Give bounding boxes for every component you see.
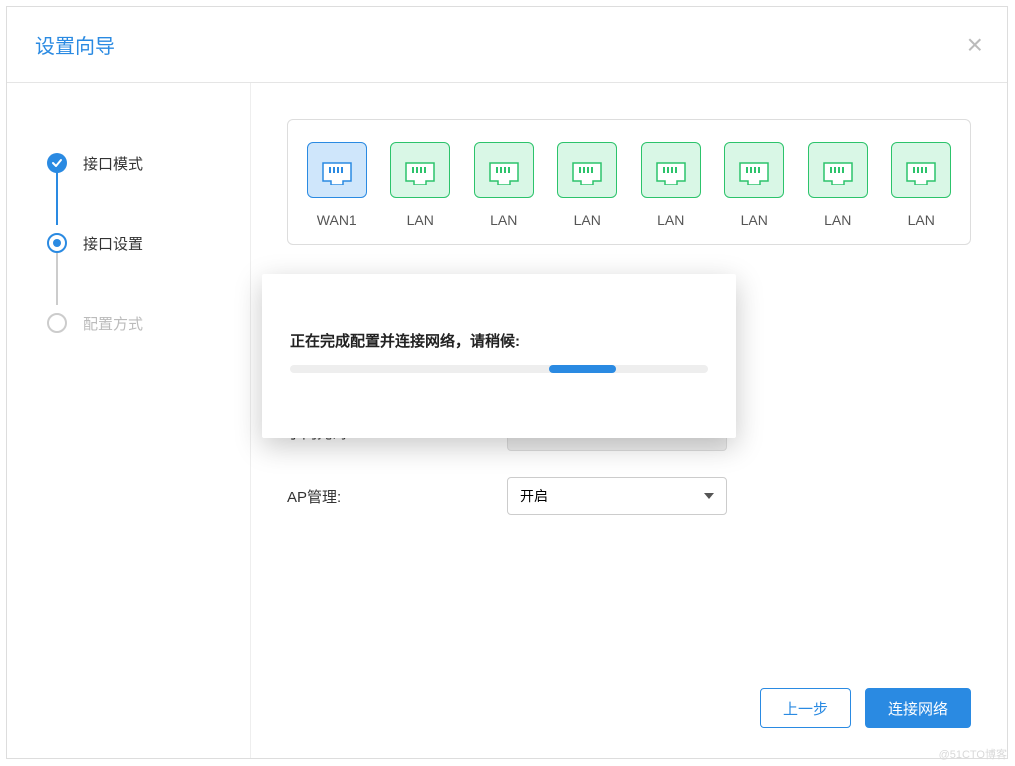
port-label: LAN: [908, 212, 935, 228]
ethernet-port-icon: [307, 142, 367, 198]
wizard-footer: 上一步 连接网络: [287, 688, 971, 734]
port-label: WAN1: [317, 212, 357, 228]
port-lan-3[interactable]: LAN: [553, 142, 623, 228]
ap-management-dropdown[interactable]: 开启: [507, 477, 727, 515]
ap-label: AP管理:: [287, 486, 507, 507]
radio-active-icon: [47, 233, 67, 253]
radio-pending-icon: [47, 313, 67, 333]
port-lan-7[interactable]: LAN: [887, 142, 957, 228]
ethernet-port-icon: [474, 142, 534, 198]
ethernet-port-icon: [641, 142, 701, 198]
port-lan-1[interactable]: LAN: [386, 142, 456, 228]
modal-title: 设置向导: [35, 30, 115, 59]
step-interface-mode[interactable]: 接口模式: [47, 143, 250, 183]
port-wan1[interactable]: WAN1: [302, 142, 372, 228]
button-label: 连接网络: [888, 698, 948, 719]
step-config-method[interactable]: 配置方式: [47, 303, 250, 343]
port-label: LAN: [741, 212, 768, 228]
port-label: LAN: [407, 212, 434, 228]
port-label: LAN: [574, 212, 601, 228]
port-label: LAN: [824, 212, 851, 228]
port-label: LAN: [657, 212, 684, 228]
button-label: 上一步: [783, 698, 828, 719]
step-interface-settings[interactable]: 接口设置: [47, 223, 250, 263]
dropdown-value: 开启: [520, 486, 548, 506]
ports-panel: WAN1 LAN LAN: [287, 119, 971, 245]
check-icon: [47, 153, 67, 173]
ethernet-port-icon: [390, 142, 450, 198]
port-lan-2[interactable]: LAN: [469, 142, 539, 228]
progress-track: [290, 365, 708, 373]
step-label: 配置方式: [83, 313, 143, 334]
ethernet-port-icon: [724, 142, 784, 198]
ethernet-port-icon: [557, 142, 617, 198]
close-icon[interactable]: ×: [967, 31, 983, 59]
watermark: @51CTO博客: [939, 746, 1007, 762]
port-lan-4[interactable]: LAN: [636, 142, 706, 228]
port-lan-5[interactable]: LAN: [720, 142, 790, 228]
progress-message: 正在完成配置并连接网络，请稍候:: [290, 330, 708, 351]
progress-bar: [549, 365, 616, 373]
prev-button[interactable]: 上一步: [760, 688, 851, 728]
ethernet-port-icon: [808, 142, 868, 198]
port-label: LAN: [490, 212, 517, 228]
step-connector: [56, 171, 58, 225]
modal-header: 设置向导 ×: [7, 7, 1007, 83]
chevron-down-icon: [704, 493, 714, 499]
step-label: 接口模式: [83, 153, 143, 174]
step-label: 接口设置: [83, 233, 143, 254]
step-connector: [56, 251, 58, 305]
port-lan-6[interactable]: LAN: [803, 142, 873, 228]
form-row-ap: AP管理: 开启: [287, 477, 971, 515]
wizard-steps-sidebar: 接口模式 接口设置 配置方式: [7, 83, 251, 758]
connect-network-button[interactable]: 连接网络: [865, 688, 971, 728]
progress-overlay: 正在完成配置并连接网络，请稍候:: [262, 274, 736, 438]
ethernet-port-icon: [891, 142, 951, 198]
